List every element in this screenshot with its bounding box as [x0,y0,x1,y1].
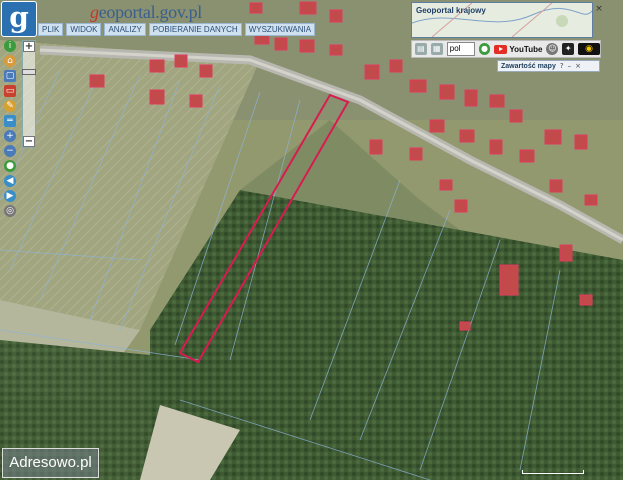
site-title-main: eoportal.gov.pl [98,2,203,22]
close-button[interactable]: × [575,62,581,70]
overview-map[interactable]: Geoportal krajowy [411,2,593,38]
info-icon[interactable]: i [4,40,16,52]
arrow-left-icon[interactable]: ◀ [4,175,16,187]
zoom-out-icon[interactable]: − [4,145,16,157]
main-menu: PLIK WIDOK ANALIZY POBIERANIE DANYCH WYS… [38,23,316,36]
map-content-label: Zawartość mapy [501,62,556,70]
site-title-prefix: g [90,2,99,22]
map-content-panel[interactable]: Zawartość mapy ? – × [497,60,600,72]
help-button[interactable]: ? [560,62,564,70]
geoportal-logo[interactable]: g [1,1,37,37]
youtube-icon [494,44,508,54]
menu-item-pobieranie-danych[interactable]: POBIERANIE DANYCH [148,23,242,36]
draw-icon[interactable]: ▭ [4,85,16,97]
select-icon[interactable]: ▢ [4,70,16,82]
zoom-plus-button[interactable]: + [23,41,35,52]
scale-bar [522,470,584,474]
overview-close-button[interactable]: × [594,4,604,14]
eye-icon[interactable]: ◉ [578,43,600,55]
menu-item-wyszukiwania[interactable]: WYSZUKIWANIA [244,23,316,36]
home-icon[interactable]: ⌂ [4,55,16,67]
target-icon[interactable]: ◎ [4,205,16,217]
language-select[interactable]: pol [446,42,475,56]
user-icon[interactable]: ☺ [546,43,559,55]
print-icon[interactable]: ▤ [415,43,427,55]
zoom-in-icon[interactable]: + [4,130,16,142]
top-right-toolbar: ▤ ▦ pol ● YouTube ☺ ✦ ◉ [411,40,601,58]
left-toolbar: i ⌂ ▢ ▭ ✎ ═ + − ● ◀ ▶ ◎ [4,40,18,217]
table-icon[interactable]: ▦ [430,43,443,55]
watermark: Adresowo.pl [2,448,99,478]
minimize-button[interactable]: – [568,62,572,70]
zoom-handle[interactable] [22,69,36,75]
youtube-label: YouTube [509,44,543,54]
overview-title: Geoportal krajowy [416,6,486,15]
measure-icon[interactable]: ═ [4,115,16,127]
globe-icon[interactable]: ● [4,160,16,172]
menu-item-widok[interactable]: WIDOK [66,23,102,36]
pen-icon[interactable]: ✎ [4,100,16,112]
zoom-slider[interactable]: + − [22,40,36,148]
accessibility-icon[interactable]: ✦ [562,43,575,55]
menu-item-plik[interactable]: PLIK [38,23,64,36]
youtube-link[interactable]: YouTube [494,44,543,54]
settings-icon[interactable]: ● [478,43,491,55]
arrow-right-icon[interactable]: ▶ [4,190,16,202]
site-title: geoportal.gov.pl [90,2,202,23]
map-canvas[interactable] [0,0,623,480]
menu-item-analizy[interactable]: ANALIZY [104,23,146,36]
zoom-minus-button[interactable]: − [23,136,35,147]
